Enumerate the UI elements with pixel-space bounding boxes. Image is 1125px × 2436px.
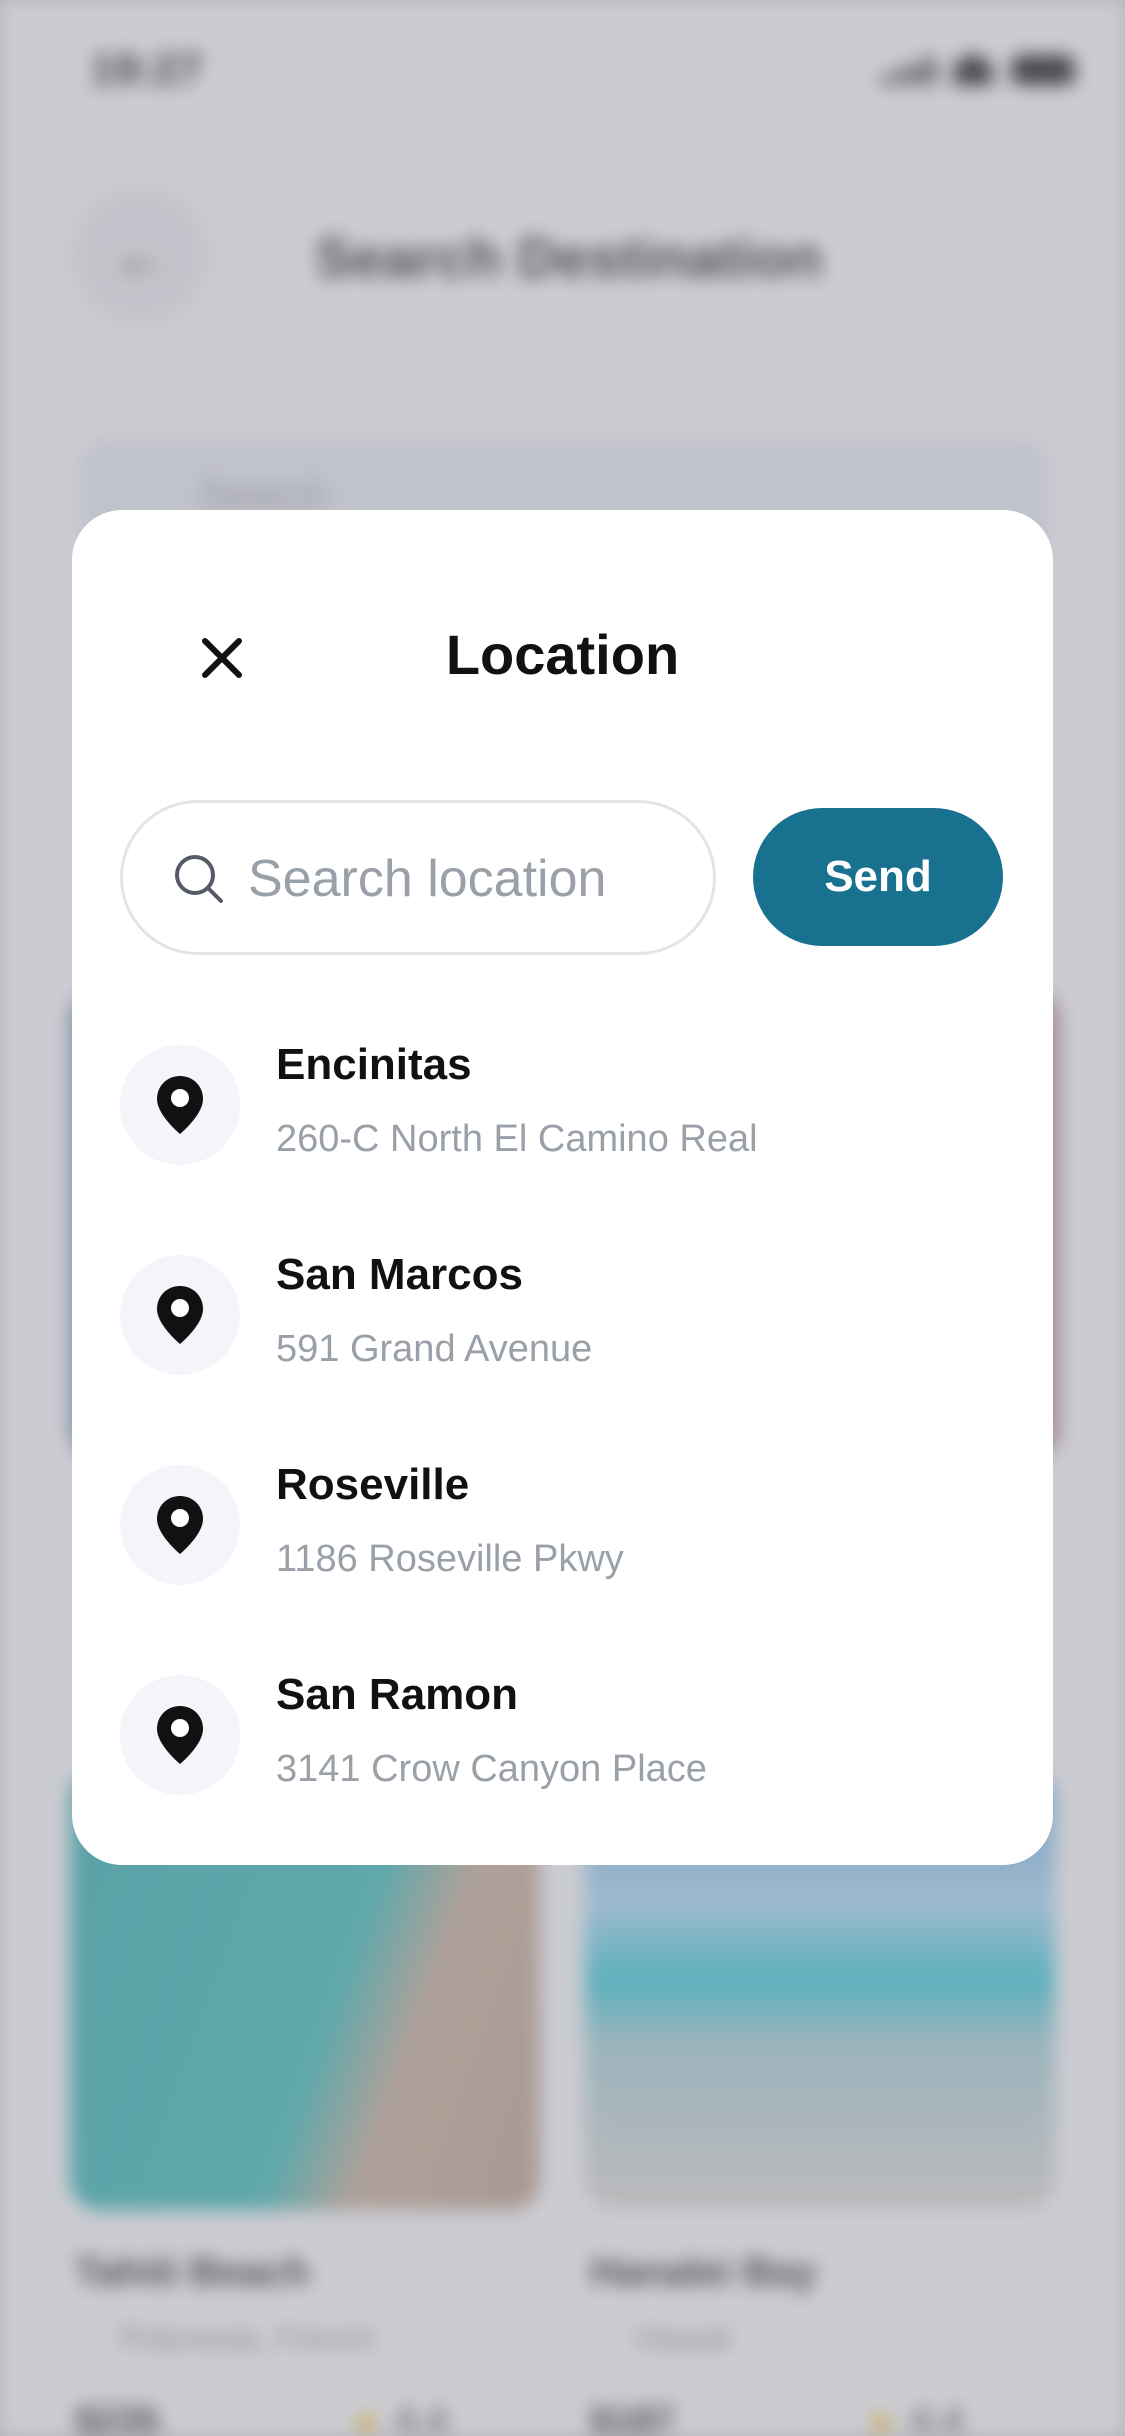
- location-name: San Ramon: [276, 1670, 519, 1719]
- list-item[interactable]: San Ramon 3141 Crow Canyon Place: [120, 1660, 1020, 1810]
- map-pin-icon: [157, 1496, 203, 1554]
- location-address: 591 Grand Avenue: [276, 1328, 593, 1370]
- pin-badge: [120, 1675, 240, 1795]
- location-search-input[interactable]: [248, 839, 688, 919]
- map-pin-icon: [157, 1706, 203, 1764]
- list-item[interactable]: Roseville 1186 Roseville Pkwy: [120, 1450, 1020, 1600]
- pin-badge: [120, 1045, 240, 1165]
- map-pin-icon: [157, 1286, 203, 1344]
- pin-badge: [120, 1465, 240, 1585]
- close-icon: [202, 638, 242, 678]
- location-modal: Location Send Encinitas 260-C North El C…: [72, 510, 1053, 1865]
- search-icon: [175, 855, 223, 903]
- location-address: 260-C North El Camino Real: [276, 1118, 758, 1160]
- location-search-field[interactable]: [120, 800, 716, 955]
- location-address: 3141 Crow Canyon Place: [276, 1748, 707, 1790]
- send-button[interactable]: Send: [753, 808, 1003, 946]
- map-pin-icon: [157, 1076, 203, 1134]
- close-button[interactable]: [182, 618, 262, 698]
- list-item[interactable]: San Marcos 591 Grand Avenue: [120, 1240, 1020, 1390]
- location-name: Roseville: [276, 1460, 470, 1509]
- pin-badge: [120, 1255, 240, 1375]
- location-name: Encinitas: [276, 1040, 472, 1089]
- list-item[interactable]: Encinitas 260-C North El Camino Real: [120, 1030, 1020, 1180]
- location-name: San Marcos: [276, 1250, 523, 1299]
- location-address: 1186 Roseville Pkwy: [276, 1538, 624, 1580]
